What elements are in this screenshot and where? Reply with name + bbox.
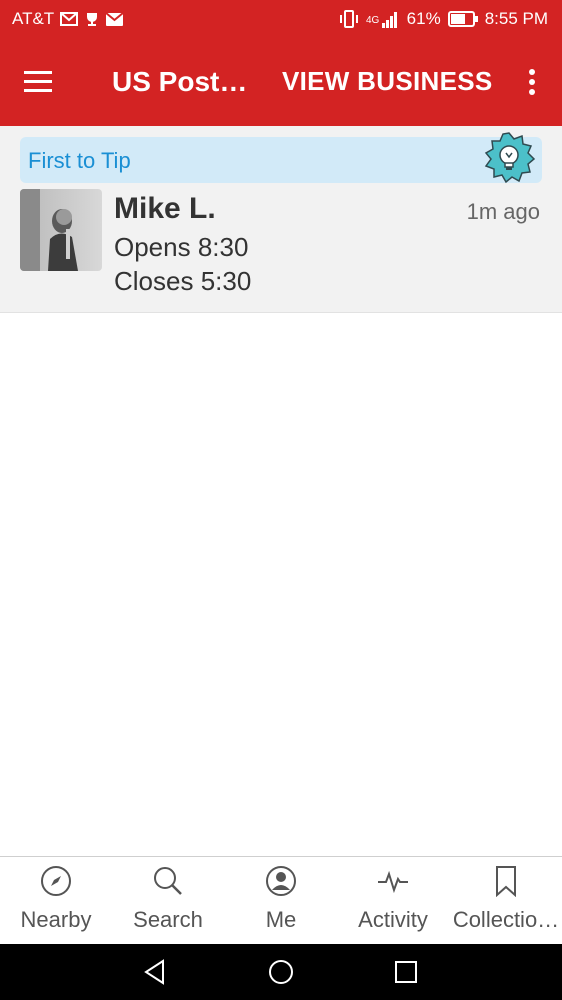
status-bar: AT&T 4G 61% 8:55 PM — [0, 0, 562, 38]
compass-icon — [41, 866, 71, 896]
tab-activity[interactable]: Activity — [337, 857, 449, 945]
user-photo — [20, 189, 102, 271]
more-vert-icon — [529, 69, 535, 95]
overflow-menu-button[interactable] — [522, 62, 542, 102]
screen: AT&T 4G 61% 8:55 PM US Post… VIEW BUSINE… — [0, 0, 562, 1000]
page-title: US Post… — [112, 66, 248, 97]
recents-icon[interactable] — [392, 958, 420, 986]
tip-text-line: Closes 5:30 — [114, 266, 252, 296]
clock: 8:55 PM — [484, 9, 548, 28]
system-nav-bar — [0, 944, 562, 1000]
tab-label: Search — [133, 907, 203, 932]
tab-label: Nearby — [20, 907, 92, 932]
svg-text:4G: 4G — [366, 15, 380, 26]
tip-author[interactable]: Mike L. — [114, 192, 216, 226]
status-right: 4G 61% 8:55 PM — [339, 9, 548, 29]
status-left: AT&T — [12, 9, 124, 29]
carrier-label: AT&T — [12, 9, 55, 28]
email-icon — [106, 12, 124, 26]
tip-timestamp: 1m ago — [466, 199, 540, 224]
tab-label: Collectio… — [452, 907, 560, 932]
tab-collections[interactable]: Collectio… — [450, 857, 562, 945]
tab-label: Me — [265, 907, 297, 932]
battery-icon — [447, 11, 478, 27]
vibrate-icon — [339, 10, 358, 28]
search-icon — [154, 867, 182, 895]
tab-me[interactable]: Me — [225, 857, 337, 945]
back-icon[interactable] — [141, 958, 169, 986]
app-toolbar: US Post… VIEW BUSINESS — [0, 38, 562, 126]
battery-percent: 61% — [406, 9, 441, 28]
view-business-button[interactable]: VIEW BUSINESS — [282, 66, 493, 97]
home-icon[interactable] — [267, 958, 295, 986]
profile-icon — [266, 866, 296, 896]
lightbulb-badge-icon — [484, 132, 536, 184]
menu-button[interactable] — [22, 62, 66, 102]
avatar[interactable] — [20, 189, 102, 271]
tab-nearby[interactable]: Nearby — [0, 857, 112, 945]
tip-card[interactable]: First to Tip Mike L. 1m ago Opens 8:30 C… — [0, 126, 562, 313]
first-to-tip-badge: First to Tip — [20, 132, 542, 184]
hamburger-menu-icon — [24, 71, 52, 92]
activity-icon — [378, 870, 408, 894]
trophy-icon — [87, 12, 98, 26]
bookmark-icon — [496, 866, 516, 897]
badge-label: First to Tip — [28, 148, 131, 173]
signal-icon: 4G — [366, 12, 397, 28]
bottom-tab-bar: Nearby Search Me Activity Collectio… — [0, 856, 562, 944]
tip-text-line: Opens 8:30 — [114, 232, 249, 262]
tab-label: Activity — [358, 907, 428, 932]
tab-search[interactable]: Search — [112, 857, 224, 945]
gmail-icon — [60, 12, 79, 26]
